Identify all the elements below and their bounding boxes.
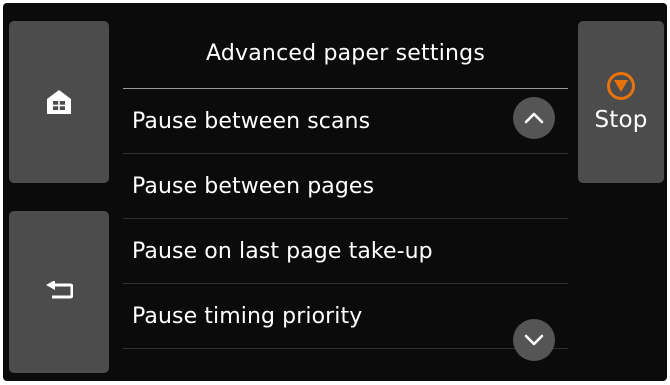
menu-item-pause-between-pages[interactable]: Pause between pages [123,154,568,219]
printer-panel-screen: Stop Advanced paper settings Pause betwe… [3,3,667,381]
stop-label: Stop [594,107,648,133]
home-icon [47,90,71,114]
back-button[interactable] [9,211,109,373]
menu-item-pause-between-scans[interactable]: Pause between scans [123,89,568,154]
page-title: Advanced paper settings [206,41,485,66]
menu-item-label: Pause on last page take-up [132,238,433,264]
chevron-down-icon [524,334,544,346]
scroll-down-button[interactable] [513,319,555,361]
home-button[interactable] [9,21,109,183]
menu-item-label: Pause between pages [132,173,375,199]
stop-circle-icon [607,72,635,100]
back-arrow-icon [46,281,73,299]
scroll-up-button[interactable] [513,97,555,139]
menu-item-label: Pause timing priority [132,303,363,329]
stop-button[interactable]: Stop [578,21,664,183]
settings-menu-list: Pause between scans Pause between pages … [123,89,568,349]
chevron-up-icon [524,112,544,124]
menu-item-pause-timing-priority[interactable]: Pause timing priority [123,284,568,349]
menu-item-label: Pause between scans [132,108,371,134]
menu-item-pause-on-last-page-take-up[interactable]: Pause on last page take-up [123,219,568,284]
